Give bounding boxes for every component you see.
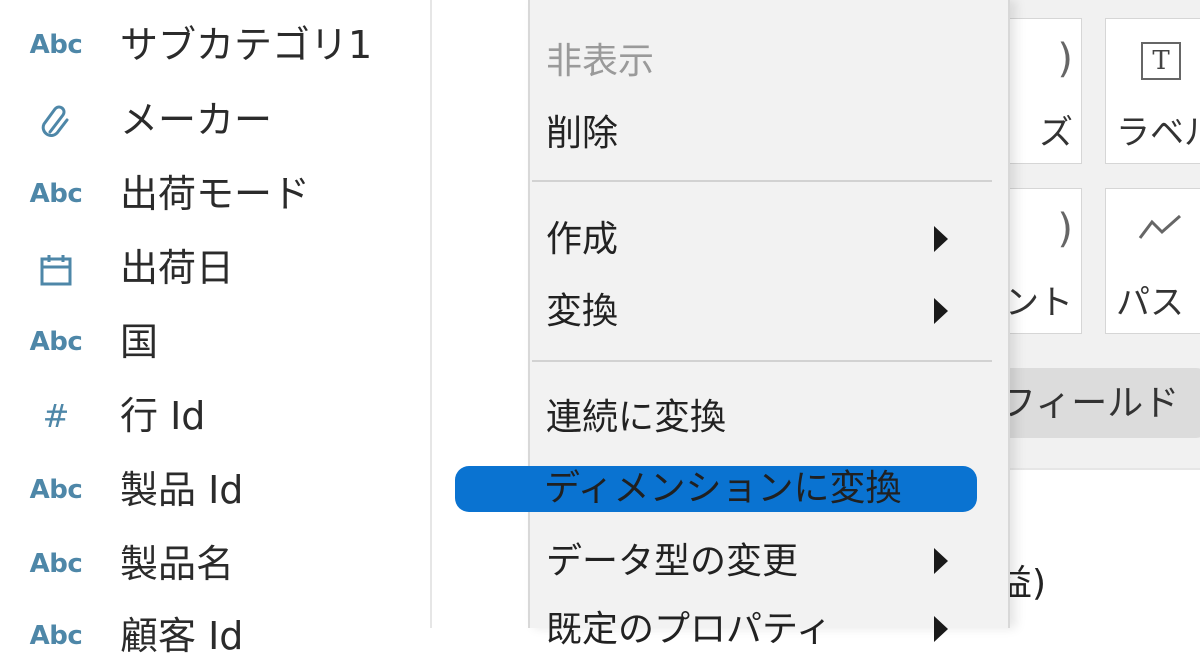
size-icon: ) <box>1057 36 1073 82</box>
string-type-icon: Abc <box>29 30 83 60</box>
menu-item-label: 削除 <box>546 113 619 154</box>
fields-header-pill[interactable]: フィールド <box>990 368 1200 438</box>
field-label: 国 <box>120 320 159 364</box>
marks-field-area: 益) <box>990 468 1200 630</box>
field-row-product-name[interactable]: Abc 製品名 <box>0 534 430 594</box>
submenu-arrow-icon <box>934 548 948 574</box>
context-menu: 非表示 削除 作成 変換 連続に変換 データ型の変更 既定のプロパティ <box>528 0 1010 650</box>
number-type-icon: # <box>42 397 70 435</box>
tooltip-icon: ) <box>1057 206 1073 252</box>
data-pane-field-list: Abc サブカテゴリ1 メーカー Abc 出荷モード 出荷日 Abc 国 # 行… <box>0 0 430 658</box>
field-label: 顧客 Id <box>120 614 244 658</box>
menu-item-label: データ型の変更 <box>546 541 799 582</box>
field-row-subcategory[interactable]: Abc サブカテゴリ1 <box>0 15 430 75</box>
field-label: メーカー <box>120 98 273 142</box>
string-type-icon: Abc <box>29 179 83 209</box>
field-label: 製品名 <box>120 542 235 586</box>
marks-button-label: ラベル <box>1116 113 1200 153</box>
menu-item-default-properties[interactable]: 既定のプロパティ <box>530 600 1008 660</box>
menu-separator <box>532 360 992 362</box>
calendar-date-type-icon <box>18 250 94 286</box>
menu-separator <box>532 180 992 182</box>
string-type-icon: Abc <box>29 475 83 505</box>
text-label-icon: T <box>1106 37 1200 81</box>
string-type-icon: Abc <box>29 327 83 357</box>
marks-button-label: パス <box>1116 283 1184 323</box>
marks-path-button[interactable]: パス <box>1105 188 1200 334</box>
menu-item-convert-to-continuous[interactable]: 連続に変換 <box>530 388 1008 448</box>
paperclip-group-icon <box>18 102 94 138</box>
field-row-customer-id[interactable]: Abc 顧客 Id <box>0 606 430 666</box>
menu-item-change-data-type[interactable]: データ型の変更 <box>530 532 1008 592</box>
menu-item-label: ディメンションに変換 <box>544 468 902 509</box>
menu-item-hide[interactable]: 非表示 <box>530 32 1008 92</box>
submenu-arrow-icon <box>934 616 948 642</box>
string-type-icon: Abc <box>29 549 83 579</box>
submenu-arrow-icon <box>934 226 948 252</box>
menu-item-label: 変換 <box>546 291 619 332</box>
submenu-arrow-icon <box>934 298 948 324</box>
path-icon <box>1106 207 1200 251</box>
menu-item-delete[interactable]: 削除 <box>530 104 1008 164</box>
field-row-product-id[interactable]: Abc 製品 Id <box>0 460 430 520</box>
field-label: 出荷日 <box>120 246 235 290</box>
workspace-gutter <box>432 0 530 628</box>
fields-header-label: フィールド <box>1000 383 1180 424</box>
menu-item-label: 非表示 <box>546 41 655 82</box>
menu-item-label: 既定のプロパティ <box>546 609 832 650</box>
marks-label-button[interactable]: T ラベル <box>1105 18 1200 164</box>
field-label: 製品 Id <box>120 468 244 512</box>
menu-item-transform[interactable]: 変換 <box>530 282 1008 342</box>
field-row-row-id[interactable]: # 行 Id <box>0 386 430 446</box>
field-row-maker[interactable]: メーカー <box>0 90 430 150</box>
field-label: 行 Id <box>120 394 206 438</box>
marks-button-label: ズ <box>1039 113 1073 153</box>
field-label: 出荷モード <box>120 172 311 216</box>
field-label: サブカテゴリ1 <box>120 23 373 67</box>
field-row-ship-mode[interactable]: Abc 出荷モード <box>0 164 430 224</box>
field-row-country[interactable]: Abc 国 <box>0 312 430 372</box>
field-row-ship-date[interactable]: 出荷日 <box>0 238 430 298</box>
menu-item-label: 連続に変換 <box>546 397 727 438</box>
string-type-icon: Abc <box>29 621 83 651</box>
menu-item-label: 作成 <box>546 219 619 260</box>
menu-item-create[interactable]: 作成 <box>530 210 1008 270</box>
